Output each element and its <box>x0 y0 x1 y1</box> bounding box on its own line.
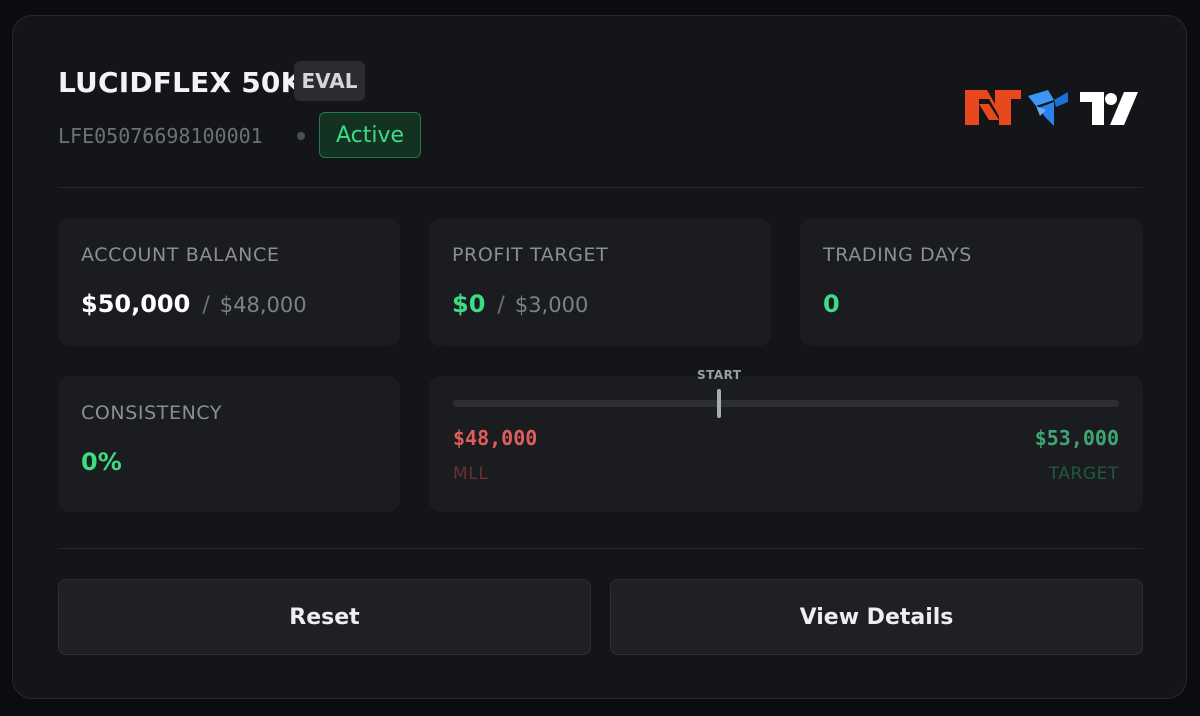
target-label: TARGET <box>1048 464 1119 484</box>
trading-days-value-row: 0 <box>823 290 840 318</box>
trading-days-value: 0 <box>823 290 840 318</box>
balance-label: ACCOUNT BALANCE <box>81 244 280 266</box>
profit-target-label: PROFIT TARGET <box>452 244 609 266</box>
consistency-value-row: 0% <box>81 448 122 476</box>
balance-threshold: $48,000 <box>219 293 307 317</box>
mll-label: MLL <box>453 464 489 484</box>
target-value: $53,000 <box>1034 426 1119 450</box>
account-type-badge: EVAL <box>294 61 365 101</box>
consistency-label: CONSISTENCY <box>81 402 223 424</box>
consistency-value: 0% <box>81 448 122 476</box>
consistency-box: CONSISTENCY 0% <box>58 376 400 512</box>
status-badge: Active <box>319 112 421 158</box>
tradingview-logo <box>1080 92 1138 125</box>
profit-value: $0 <box>452 290 486 318</box>
tradovate-logo <box>1028 90 1068 126</box>
drawdown-progress-box: START $48,000 MLL $53,000 TARGET <box>429 368 1143 512</box>
trading-days-label: TRADING DAYS <box>823 244 972 266</box>
account-name: LUCIDFLEX 50K <box>58 66 303 99</box>
account-id: LFE05076698100001 <box>58 124 263 148</box>
profit-target-value-row: $0 / $3,000 <box>452 290 588 318</box>
balance-box: ACCOUNT BALANCE $50,000 / $48,000 <box>58 218 400 346</box>
balance-value: $50,000 <box>81 290 191 318</box>
profit-target-amount: $3,000 <box>514 293 589 317</box>
profit-target-box: PROFIT TARGET $0 / $3,000 <box>429 218 771 346</box>
platform-logos-svg <box>965 90 1138 126</box>
actions-divider <box>58 548 1143 549</box>
ninjatrader-logo <box>965 90 1021 125</box>
mll-value: $48,000 <box>453 426 538 450</box>
trading-days-box: TRADING DAYS 0 <box>800 218 1143 346</box>
balance-separator: / <box>202 293 210 318</box>
reset-button[interactable]: Reset <box>58 579 591 655</box>
separator-dot <box>297 132 305 140</box>
balance-value-row: $50,000 / $48,000 <box>81 290 307 318</box>
account-card: LUCIDFLEX 50K EVAL LFE05076698100001 Act… <box>12 15 1187 699</box>
header-divider <box>58 187 1143 188</box>
start-marker <box>717 389 722 418</box>
platform-logos <box>965 90 1140 128</box>
profit-separator: / <box>497 293 505 318</box>
progress-track <box>453 400 1119 407</box>
start-label: START <box>697 368 742 382</box>
view-details-button[interactable]: View Details <box>610 579 1143 655</box>
